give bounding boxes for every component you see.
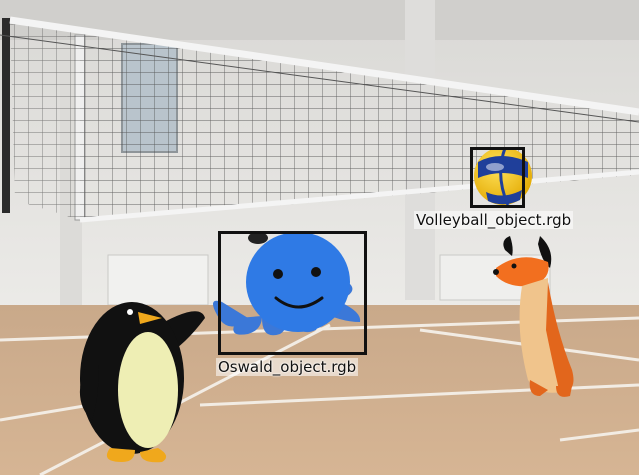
oswald-bounding-box bbox=[218, 231, 367, 355]
net-side-mesh bbox=[10, 20, 80, 220]
volleyball-bounding-box bbox=[470, 147, 525, 208]
scene: Oswald_object.rgb Volleyball_object.rgb bbox=[0, 0, 639, 475]
oswald-object-label: Oswald_object.rgb bbox=[216, 358, 359, 376]
net-post-left bbox=[2, 18, 10, 213]
wall-cabinet bbox=[107, 254, 209, 306]
volleyball-object-label: Volleyball_object.rgb bbox=[414, 211, 574, 229]
